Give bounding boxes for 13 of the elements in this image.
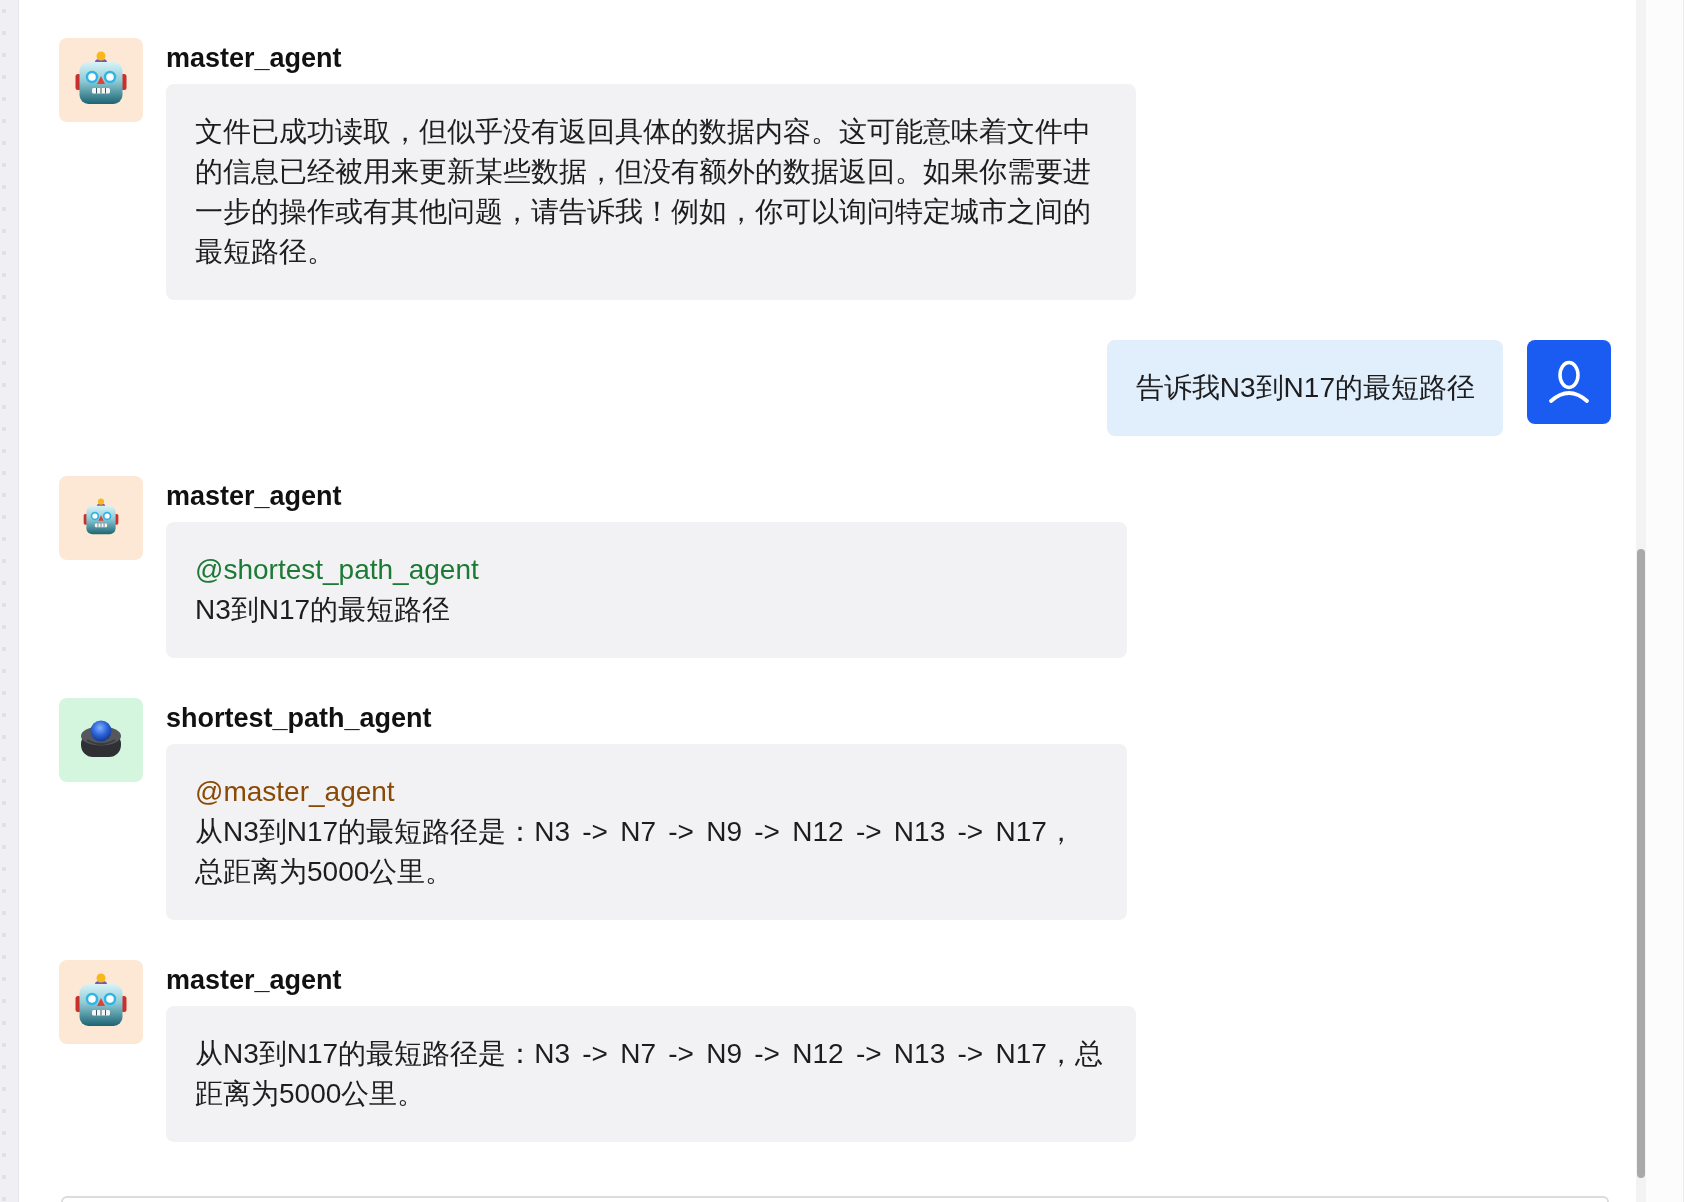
input-field[interactable] xyxy=(61,1196,1609,1202)
sender-name: master_agent xyxy=(166,42,342,74)
sender-name: master_agent xyxy=(166,964,342,996)
scrollbar-thumb[interactable] xyxy=(1637,549,1645,1178)
message-text: 告诉我N3到N17的最短路径 xyxy=(1135,371,1475,405)
message-text: 从N3到N17的最短路径是：N3 -> N7 -> N9 -> N12 -> N13 -> N17，总距离为5000公里。 xyxy=(195,815,1076,889)
message-text: 文件已成功读取，但似乎没有返回具体的数据内容。这可能意味着文件中的信息已经被用来更新某些数据，但没有额外的数据返回。如果你需要进一步的操作或有其他问题，请告诉我！例如，你可以询问特定城市之间的最短路径。 xyxy=(195,115,1092,269)
mention-text: @shortest_path_agent xyxy=(195,553,480,587)
mention-text: @master_agent xyxy=(195,775,396,809)
sender-name: master_agent xyxy=(166,480,342,512)
sender-name: shortest_path_agent xyxy=(166,702,432,734)
message-text: N3到N17的最短路径 xyxy=(195,593,452,627)
message-text: 从N3到N17的最短路径是：N3 -> N7 -> N9 -> N12 -> N13 -> N17，总距离为5000公里。 xyxy=(195,1037,1104,1111)
